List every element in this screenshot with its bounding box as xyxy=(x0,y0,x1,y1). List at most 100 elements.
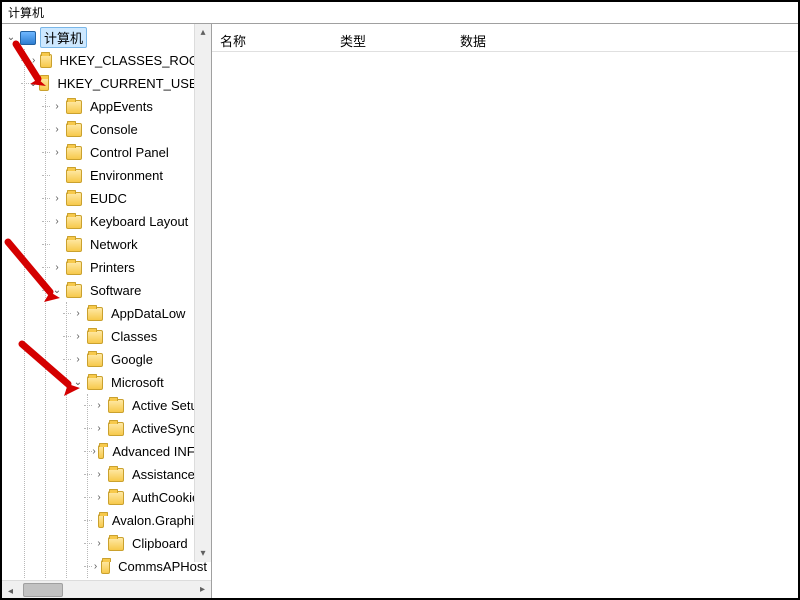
tree-node-label: AppEvents xyxy=(86,98,157,115)
value-list-pane: 名称 类型 数据 xyxy=(212,24,798,598)
tree-node[interactable]: ›Active Setup xyxy=(88,394,211,417)
tree-pane: ⌄ 计算机 › HKEY_CLASSES_ROOT xyxy=(2,24,212,598)
computer-icon xyxy=(20,31,36,45)
tree-node-label: HKEY_CLASSES_ROOT xyxy=(56,52,211,69)
tree-horizontal-scrollbar[interactable] xyxy=(2,580,211,598)
list-header: 名称 类型 数据 xyxy=(212,24,798,52)
expand-icon[interactable]: › xyxy=(71,307,85,321)
tree-node-label: Console xyxy=(86,121,142,138)
body: ⌄ 计算机 › HKEY_CLASSES_ROOT xyxy=(2,24,798,598)
expand-icon[interactable]: › xyxy=(50,100,64,114)
list-body[interactable] xyxy=(212,52,798,598)
tree-node-label: Keyboard Layout xyxy=(86,213,192,230)
tree-node[interactable]: › Console xyxy=(46,118,211,141)
collapse-icon[interactable]: ⌄ xyxy=(29,77,37,91)
title-bar: 计算机 xyxy=(2,2,798,24)
tree-node[interactable]: ›Avalon.Graphics xyxy=(88,509,211,532)
scroll-right-icon[interactable] xyxy=(194,582,211,598)
tree-node[interactable]: ›Advanced INF S xyxy=(88,440,211,463)
tree-node-label: Network xyxy=(86,236,142,253)
folder-icon xyxy=(87,330,103,344)
folder-icon xyxy=(66,261,82,275)
folder-icon xyxy=(87,353,103,367)
expand-icon[interactable]: › xyxy=(92,560,99,574)
folder-icon xyxy=(108,537,124,551)
tree-node[interactable]: ›Network xyxy=(46,233,211,256)
registry-tree[interactable]: ⌄ 计算机 › HKEY_CLASSES_ROOT xyxy=(4,26,211,578)
scrollbar-thumb[interactable] xyxy=(23,583,63,597)
tree-node-label: Printers xyxy=(86,259,139,276)
tree-node[interactable]: › Control Panel xyxy=(46,141,211,164)
tree-node-label: ActiveSync xyxy=(128,420,200,437)
expand-icon[interactable]: › xyxy=(29,54,38,68)
column-header-type[interactable]: 类型 xyxy=(332,27,452,54)
folder-icon xyxy=(40,54,51,68)
tree-node-label: Microsoft xyxy=(107,374,168,391)
tree-node[interactable]: ›Environment xyxy=(46,164,211,187)
tree-node-label: Control Panel xyxy=(86,144,173,161)
tree-node-software[interactable]: ⌄ Software xyxy=(46,279,211,302)
tree-node-label: 计算机 xyxy=(40,27,87,48)
expand-icon[interactable]: › xyxy=(92,491,106,505)
folder-icon xyxy=(101,560,110,574)
scroll-left-icon[interactable] xyxy=(2,582,19,597)
tree-node[interactable]: › Clipboard xyxy=(88,532,211,555)
tree-vertical-scrollbar[interactable] xyxy=(194,24,211,562)
tree-node-label: HKEY_CURRENT_USER xyxy=(53,75,211,92)
expand-icon[interactable]: › xyxy=(50,123,64,137)
folder-icon xyxy=(39,77,49,91)
tree-node[interactable]: › Assistance xyxy=(88,463,211,486)
tree-node[interactable]: › Google xyxy=(67,348,211,371)
tree-node[interactable]: ›AuthCookies xyxy=(88,486,211,509)
collapse-icon[interactable]: ⌄ xyxy=(71,376,85,390)
tree-node-hkcu[interactable]: ⌄ HKEY_CURRENT_USER xyxy=(25,72,211,95)
expand-icon[interactable]: › xyxy=(50,146,64,160)
tree-node-label: Assistance xyxy=(128,466,199,483)
tree-node[interactable]: ›CommsAPHost xyxy=(88,555,211,578)
folder-icon xyxy=(66,169,82,183)
folder-icon xyxy=(66,238,82,252)
collapse-icon[interactable]: ⌄ xyxy=(50,284,64,298)
expand-icon[interactable]: › xyxy=(50,215,64,229)
tree-node-label: EUDC xyxy=(86,190,131,207)
expand-icon[interactable]: › xyxy=(92,399,106,413)
expand-icon[interactable]: › xyxy=(50,192,64,206)
folder-icon xyxy=(66,192,82,206)
tree-node[interactable]: ›AppDataLow xyxy=(67,302,211,325)
expand-icon[interactable]: › xyxy=(92,537,106,551)
tree-node[interactable]: › ActiveSync xyxy=(88,417,211,440)
folder-icon xyxy=(108,399,124,413)
expand-icon[interactable]: › xyxy=(71,353,85,367)
column-header-data[interactable]: 数据 xyxy=(452,27,798,54)
expand-icon[interactable]: › xyxy=(92,468,106,482)
folder-icon xyxy=(98,514,104,528)
tree-node[interactable]: › Keyboard Layout xyxy=(46,210,211,233)
folder-icon xyxy=(66,215,82,229)
folder-icon xyxy=(98,445,104,459)
tree-node[interactable]: › EUDC xyxy=(46,187,211,210)
tree-node-computer[interactable]: ⌄ 计算机 xyxy=(4,26,211,49)
folder-icon xyxy=(66,284,82,298)
tree-node-hkcr[interactable]: › HKEY_CLASSES_ROOT xyxy=(25,49,211,72)
folder-icon xyxy=(87,376,103,390)
folder-icon xyxy=(87,307,103,321)
registry-editor-window: 计算机 ⌄ 计算机 xyxy=(0,0,800,600)
tree-node-label: Google xyxy=(107,351,157,368)
tree-node[interactable]: ›Classes xyxy=(67,325,211,348)
tree-node[interactable]: › Printers xyxy=(46,256,211,279)
column-header-name[interactable]: 名称 xyxy=(212,27,332,54)
expand-icon[interactable]: › xyxy=(92,422,106,436)
folder-icon xyxy=(108,491,124,505)
tree-node-label: Clipboard xyxy=(128,535,192,552)
expand-icon[interactable]: › xyxy=(50,261,64,275)
scroll-up-icon[interactable] xyxy=(196,24,211,41)
tree-node[interactable]: › AppEvents xyxy=(46,95,211,118)
folder-icon xyxy=(66,100,82,114)
collapse-icon[interactable]: ⌄ xyxy=(4,31,18,45)
tree-node-label: Software xyxy=(86,282,145,299)
tree-node-label: Environment xyxy=(86,167,167,184)
scroll-down-icon[interactable] xyxy=(196,545,211,562)
expand-icon[interactable]: › xyxy=(71,330,85,344)
expand-icon[interactable]: › xyxy=(92,445,96,459)
tree-node-microsoft[interactable]: ⌄ Microsoft xyxy=(67,371,211,394)
